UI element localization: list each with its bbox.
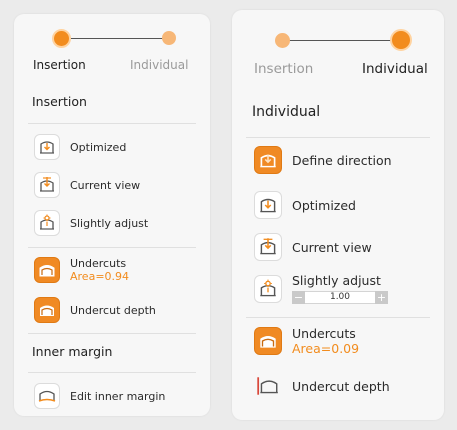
optimized-button[interactable]: Optimized — [254, 191, 356, 219]
individual-panel: Insertion Individual Individual Define d… — [232, 10, 444, 420]
undercut-depth-icon — [254, 372, 282, 400]
section-title-individual: Individual — [252, 104, 321, 120]
undercuts-button[interactable]: Undercuts Area=0.94 — [34, 257, 129, 283]
undercut-depth-icon — [34, 297, 60, 323]
undercuts-text: Undercuts Area=0.94 — [70, 257, 129, 283]
step-dot-insertion[interactable] — [52, 29, 71, 48]
section-title-inner-margin: Inner margin — [32, 344, 113, 359]
step-label-individual[interactable]: Individual — [362, 61, 428, 77]
section-title-insertion: Insertion — [32, 94, 87, 109]
step-dot-individual[interactable] — [390, 29, 412, 51]
decrement-button[interactable]: − — [292, 291, 305, 304]
edit-inner-margin-label: Edit inner margin — [70, 389, 166, 403]
divider — [28, 123, 196, 124]
undercuts-icon — [254, 327, 282, 355]
undercuts-label: Undercuts — [292, 326, 356, 341]
undercuts-area-value: Area=0.09 — [292, 341, 360, 356]
step-dot-insertion[interactable] — [275, 33, 290, 48]
divider — [28, 333, 196, 334]
current-view-button[interactable]: Current view — [34, 172, 140, 198]
adjust-stepper: − 1.00 + — [292, 291, 388, 304]
undercut-depth-button[interactable]: Undercut depth — [34, 297, 156, 323]
step-connector — [62, 38, 170, 39]
undercuts-button[interactable]: Undercuts Area=0.09 — [254, 326, 359, 356]
divider — [246, 317, 430, 318]
increment-button[interactable]: + — [375, 291, 388, 304]
optimized-label: Optimized — [292, 197, 356, 213]
undercuts-text: Undercuts Area=0.09 — [292, 326, 359, 356]
slightly-adjust-icon — [34, 210, 60, 236]
define-direction-icon — [254, 146, 282, 174]
undercuts-area-value: Area=0.94 — [70, 270, 130, 283]
undercut-depth-label: Undercut depth — [70, 303, 156, 317]
divider — [28, 372, 196, 373]
slightly-adjust-control: Slightly adjust − 1.00 + — [254, 273, 388, 304]
current-view-button[interactable]: Current view — [254, 233, 372, 261]
undercut-depth-button[interactable]: Undercut depth — [254, 372, 390, 400]
undercuts-label: Undercuts — [70, 257, 127, 270]
optimized-button[interactable]: Optimized — [34, 134, 126, 160]
optimized-label: Optimized — [70, 140, 127, 154]
adjust-value-field[interactable]: 1.00 — [305, 291, 375, 304]
inner-margin-icon — [34, 383, 60, 409]
define-direction-label: Define direction — [292, 152, 392, 168]
current-view-label: Current view — [70, 178, 141, 192]
insertion-optimized-icon — [34, 134, 60, 160]
undercuts-icon — [34, 257, 60, 283]
slightly-adjust-label: Slightly adjust — [70, 216, 149, 230]
edit-inner-margin-button[interactable]: Edit inner margin — [34, 383, 165, 409]
slightly-adjust-label: Slightly adjust — [292, 273, 381, 288]
step-dot-individual[interactable] — [162, 31, 176, 45]
current-view-icon — [254, 233, 282, 261]
divider — [246, 137, 430, 138]
step-label-individual[interactable]: Individual — [130, 58, 188, 72]
slightly-adjust-group: Slightly adjust − 1.00 + — [292, 273, 388, 304]
insertion-optimized-icon — [254, 191, 282, 219]
undercut-depth-label: Undercut depth — [292, 378, 390, 394]
divider — [28, 247, 196, 248]
slightly-adjust-icon[interactable] — [254, 274, 282, 303]
current-view-label: Current view — [292, 239, 372, 255]
current-view-icon — [34, 172, 60, 198]
insertion-panel: Insertion Individual Insertion Optimized… — [14, 14, 210, 416]
slightly-adjust-button[interactable]: Slightly adjust — [34, 210, 148, 236]
step-connector — [280, 40, 404, 41]
define-direction-button[interactable]: Define direction — [254, 146, 392, 174]
step-label-insertion[interactable]: Insertion — [254, 61, 313, 77]
step-label-insertion[interactable]: Insertion — [33, 58, 86, 72]
